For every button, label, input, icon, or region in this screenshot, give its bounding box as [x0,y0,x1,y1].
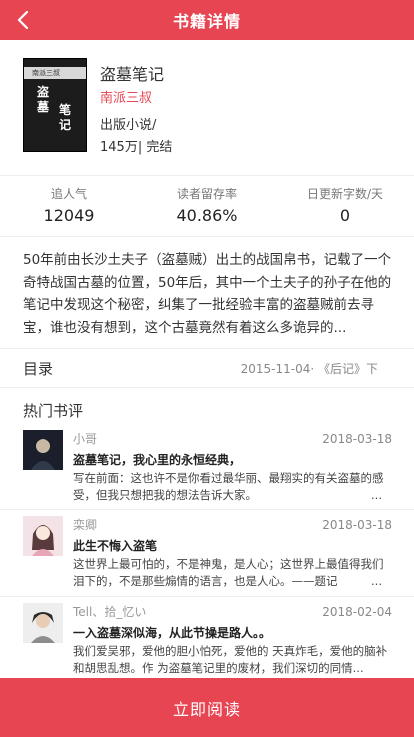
review-username[interactable]: Tell、拾_忆い [73,603,146,621]
book-meta: 盗墓笔记 南派三叔 出版小说/ 145万| 完结 [100,58,180,175]
review-title: 此生不悔入盗笔 [73,539,158,553]
review-date: 2018-03-18 [322,432,392,446]
review-content: 我们爱吴邪，爱他的胆小怕死，爱他的 天真炸毛，爱他的脑补和胡思乱想。作 为盗墓笔… [73,644,388,675]
read-now-button[interactable]: 立即阅读 [0,678,414,737]
review-username[interactable]: 栾卿 [73,516,97,534]
review-title: 盗墓笔记，我心里的永恒经典， [73,453,242,467]
stat-value: 40.86% [176,206,238,225]
review-date: 2018-03-18 [322,518,392,532]
cover-band-text: 南派三叔 [32,69,60,77]
review-title: 一入盗墓深似海，从此节操是路人。。 [73,626,272,640]
review-item[interactable]: 小哥 2018-03-18 盗墓笔记，我心里的永恒经典， 写在前面：这也许不是你… [0,424,414,510]
latest-chapter: 2015-11-04· 《后记》下 [240,361,378,376]
stat-daily-words: 日更新字数/天 0 [276,176,414,236]
review-content: 这世界上最可怕的，不是神鬼，是人心；这世界上最值得我们泪下的，不是那些煽情的语言… [73,557,384,590]
review-item[interactable]: 栾卿 2018-03-18 此生不悔入盗笔 这世界上最可怕的，不是神鬼，是人心；… [0,510,414,597]
review-more: ... [367,487,382,504]
cover-title-col2: 笔记 [58,103,71,132]
stats-row: 追人气 12049 读者留存率 40.86% 日更新字数/天 0 [0,175,414,237]
review-item[interactable]: Tell、拾_忆い 2018-02-04 一入盗墓深似海，从此节操是路人。。 我… [0,597,414,683]
toc-label: 目录 [23,359,54,378]
stat-label: 日更新字数/天 [306,187,384,201]
stat-retention: 读者留存率 40.86% [138,176,276,236]
review-more: ... [367,573,382,590]
review-content: 写在前面：这也许不是你看过最华丽、最翔实的有关盗墓的感受，但我只想把我的想法告诉… [73,471,384,504]
book-author[interactable]: 南派三叔 [100,88,180,110]
hot-reviews-title: 热门书评 [23,402,84,420]
book-cover[interactable]: 南派三叔 盗墓 笔记 [23,58,87,152]
chevron-left-icon[interactable] [12,8,36,32]
top-bar: 书籍详情 [0,0,414,40]
avatar [23,516,63,556]
stat-popularity: 追人气 12049 [0,176,138,236]
book-name: 盗墓笔记 [100,65,165,84]
book-info: 南派三叔 盗墓 笔记 盗墓笔记 南派三叔 出版小说/ 145万| 完结 [0,40,414,175]
read-now-label: 立即阅读 [172,699,241,719]
review-date: 2018-02-04 [322,605,392,619]
book-category-info: 出版小说/ 145万| 完结 [100,118,173,155]
stat-label: 读者留存率 [176,187,237,201]
review-username[interactable]: 小哥 [73,430,97,448]
table-of-contents-row[interactable]: 目录 2015-11-04· 《后记》下 [0,348,414,388]
stat-label: 追人气 [50,187,87,201]
avatar [23,430,63,470]
avatar [23,603,63,643]
stat-value: 0 [339,206,351,225]
book-description[interactable]: 50年前由长沙土夫子（盗墓贼）出土的战国帛书，记载了一个奇特战国古墓的位置，50… [23,249,396,340]
stat-value: 12049 [43,206,95,225]
cover-title-col1: 盗墓 [36,85,49,114]
page-title: 书籍详情 [172,12,241,31]
